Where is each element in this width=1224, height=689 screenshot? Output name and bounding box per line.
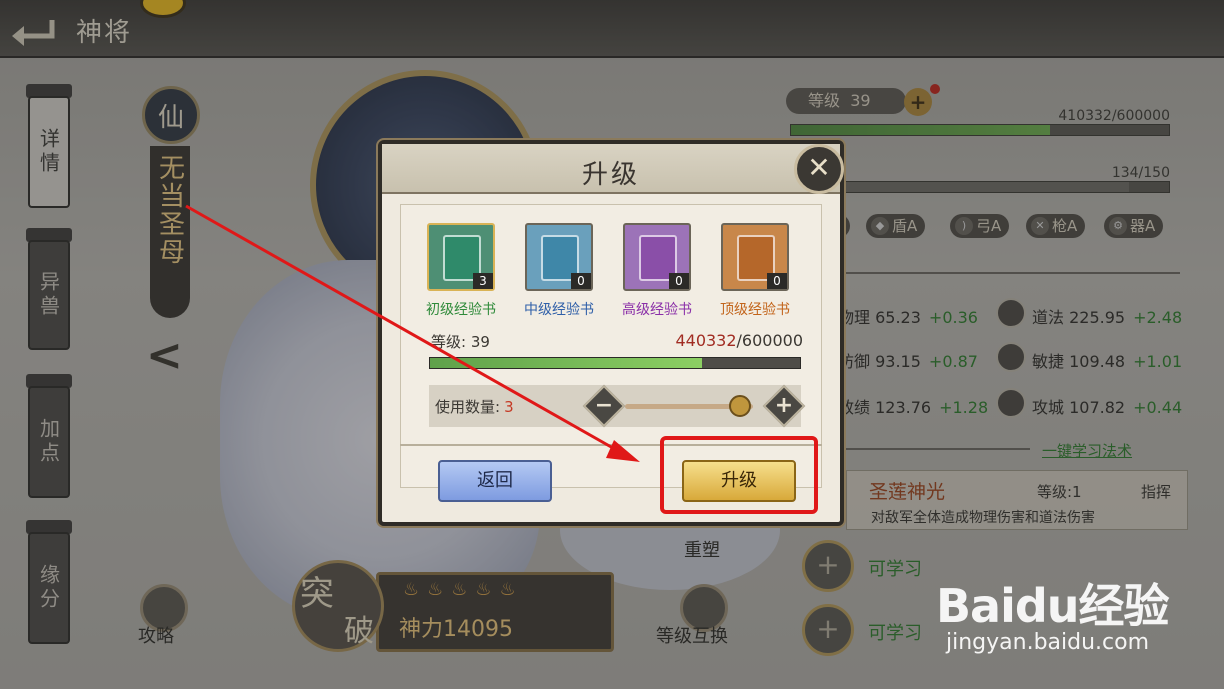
dialog-title: 升级 (581, 160, 640, 190)
dialog-exp-bar (429, 357, 801, 369)
book-advanced[interactable]: 0 (623, 223, 691, 291)
book-basic[interactable]: 3 (427, 223, 495, 291)
watermark-url: jingyan.baidu.com (946, 630, 1150, 655)
dialog-header: 升级 (382, 144, 840, 194)
book-count: 0 (669, 273, 689, 289)
dialog-level: 等级: 39 (431, 333, 490, 351)
quantity-row: 使用数量: 3 − + (429, 384, 806, 428)
book-label: 顶级经验书 (720, 302, 790, 318)
book-count: 0 (571, 273, 591, 289)
book-top[interactable]: 0 (721, 223, 789, 291)
book-label: 初级经验书 (426, 302, 496, 318)
book-count: 0 (767, 273, 787, 289)
quantity-label: 使用数量: 3 (435, 398, 514, 416)
plus-icon[interactable]: + (762, 384, 806, 428)
close-icon[interactable]: ✕ (794, 144, 844, 194)
book-label: 高级经验书 (622, 302, 692, 318)
annotation-highlight-box (660, 436, 818, 514)
game-scene: 神将 详情 异兽 加点 缘分 仙 无当圣母 < 等级 39 + 410332/6… (0, 0, 1224, 689)
minus-icon[interactable]: − (582, 384, 626, 428)
watermark-logo: Baidu经验 (936, 579, 1170, 633)
back-button[interactable]: 返回 (438, 460, 552, 502)
dialog-exp: 440332/600000 (675, 331, 803, 350)
book-count: 3 (473, 273, 493, 289)
slider-handle[interactable] (729, 395, 751, 417)
book-label: 中级经验书 (524, 302, 594, 318)
dialog-exp-bar-fill (430, 358, 702, 368)
book-intermediate[interactable]: 0 (525, 223, 593, 291)
